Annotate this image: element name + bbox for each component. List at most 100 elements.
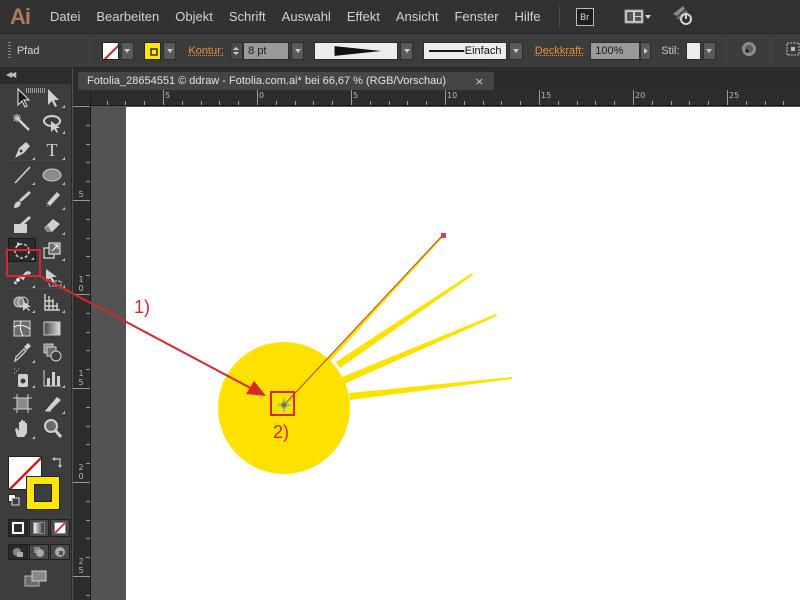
no-fill-swatch-icon — [103, 44, 118, 59]
flyout-indicator-icon — [62, 411, 65, 414]
ruler-tick — [86, 406, 90, 408]
gradient-tool[interactable] — [38, 316, 66, 340]
stroke-swatch[interactable] — [144, 41, 162, 60]
slice-icon — [45, 397, 61, 412]
type-tool[interactable]: T — [38, 137, 66, 161]
screen-mode-button[interactable] — [24, 570, 48, 592]
flyout-indicator-icon — [62, 131, 65, 134]
menu-ansicht[interactable]: Ansicht — [388, 9, 447, 24]
isolate-selection-button[interactable] — [786, 41, 800, 61]
stroke-weight-stepper[interactable] — [229, 41, 244, 60]
annotation-label-1: 1) — [134, 297, 151, 317]
direct-selection-tool[interactable] — [38, 85, 66, 109]
vertical-ruler[interactable]: 5 10 15 20 25 — [73, 106, 91, 600]
brush-definition[interactable]: Einfach — [423, 41, 508, 60]
mesh-tool[interactable] — [8, 316, 36, 340]
zoom-icon — [44, 419, 63, 438]
variable-width-profile[interactable] — [314, 41, 399, 60]
pencil-tool[interactable] — [38, 187, 66, 211]
ellipse-tool[interactable] — [38, 162, 66, 186]
draw-behind-button[interactable] — [29, 544, 49, 560]
selection-tool[interactable] — [8, 85, 36, 109]
flyout-indicator-icon — [31, 257, 34, 260]
style-dropdown[interactable] — [702, 41, 717, 60]
stroke-label[interactable]: Kontur: — [188, 45, 223, 57]
ruler-tick — [163, 90, 164, 105]
ruler-tick — [86, 557, 90, 559]
fill-dropdown[interactable] — [120, 41, 135, 60]
hand-tool[interactable] — [8, 416, 36, 440]
menu-bar: Ai Datei Bearbeiten Objekt Schrift Auswa… — [0, 0, 800, 34]
draw-inside-button[interactable] — [50, 544, 70, 560]
opacity-slider-button[interactable] — [639, 41, 652, 60]
ruler-tick — [73, 482, 90, 483]
stroke-indicator[interactable] — [26, 476, 60, 510]
ruler-tick — [727, 90, 728, 105]
control-bar-grip[interactable] — [8, 41, 11, 60]
puppet-warp-tool[interactable] — [8, 265, 36, 289]
shape-builder-tool[interactable] — [8, 290, 36, 314]
slice-tool[interactable] — [38, 391, 66, 415]
paintbrush-tool[interactable] — [8, 187, 36, 211]
ruler-tick — [86, 519, 90, 521]
recolor-artwork-button[interactable] — [741, 41, 757, 61]
creative-cloud-sync-icon — [672, 5, 692, 25]
opacity-label[interactable]: Deckkraft: — [535, 45, 585, 57]
flyout-indicator-icon — [32, 182, 35, 185]
width-profile-dropdown[interactable] — [400, 41, 414, 60]
menu-hilfe[interactable]: Hilfe — [507, 9, 549, 24]
perspective-grid-tool[interactable] — [38, 290, 66, 314]
line-segment-tool[interactable] — [8, 162, 36, 186]
menu-objekt[interactable]: Objekt — [167, 9, 221, 24]
color-mode-button[interactable] — [8, 519, 28, 537]
magic-wand-tool[interactable] — [8, 111, 36, 135]
close-tab-icon[interactable]: × — [475, 75, 484, 88]
blend-tool[interactable] — [38, 340, 66, 364]
eyedropper-tool[interactable] — [8, 340, 36, 364]
pen-tool[interactable] — [8, 137, 36, 161]
bridge-button[interactable]: Br — [575, 7, 594, 26]
rotate-tool[interactable] — [8, 238, 36, 262]
sync-button[interactable] — [670, 4, 694, 30]
paintbrush-icon — [14, 191, 31, 208]
eraser-tool[interactable] — [38, 212, 66, 236]
free-transform-tool[interactable] — [38, 265, 66, 289]
menu-separator — [558, 5, 560, 28]
stroke-weight-dropdown[interactable] — [290, 41, 305, 60]
artboard[interactable] — [126, 107, 800, 600]
flyout-indicator-icon — [62, 258, 65, 261]
stroke-dropdown[interactable] — [163, 41, 177, 60]
workspace-layout-button[interactable] — [624, 9, 652, 25]
recolor-artwork-icon — [742, 41, 757, 56]
collapse-panel-icon[interactable]: ◀◀ — [6, 70, 16, 79]
symbol-sprayer-tool[interactable] — [8, 365, 36, 389]
menu-auswahl[interactable]: Auswahl — [274, 9, 339, 24]
ruler-origin[interactable] — [73, 90, 91, 106]
none-mode-button[interactable] — [50, 519, 70, 537]
swap-fill-stroke-icon[interactable] — [52, 456, 64, 468]
brush-dropdown[interactable] — [509, 41, 523, 60]
ruler-tick — [445, 90, 446, 105]
pasteboard[interactable] — [92, 107, 800, 600]
horizontal-ruler[interactable]: 5 0 5 10 15 20 25 — [91, 90, 800, 106]
default-fill-stroke-icon[interactable] — [8, 494, 20, 506]
zoom-tool[interactable] — [38, 416, 66, 440]
fill-swatch[interactable] — [101, 41, 119, 60]
menu-bearbeiten[interactable]: Bearbeiten — [88, 9, 167, 24]
draw-normal-button[interactable] — [8, 544, 28, 560]
opacity-input[interactable]: 100% — [590, 41, 640, 60]
blob-brush-tool[interactable] — [8, 212, 36, 236]
menu-datei[interactable]: Datei — [42, 9, 88, 24]
gradient-mode-button[interactable] — [29, 519, 49, 537]
stroke-weight-input[interactable]: 8 pt — [243, 41, 289, 60]
scale-tool[interactable] — [38, 238, 66, 262]
column-graph-tool[interactable] — [38, 365, 66, 389]
artboard-tool[interactable] — [8, 391, 36, 415]
document-tab[interactable]: Fotolia_28654551 © ddraw - Fotolia.com.a… — [77, 71, 495, 90]
menu-fenster[interactable]: Fenster — [446, 9, 506, 24]
lasso-tool[interactable] — [38, 111, 66, 135]
graphic-style-swatch[interactable] — [685, 41, 701, 60]
ruler-tick — [745, 101, 747, 105]
menu-schrift[interactable]: Schrift — [221, 9, 274, 24]
menu-effekt[interactable]: Effekt — [339, 9, 388, 24]
